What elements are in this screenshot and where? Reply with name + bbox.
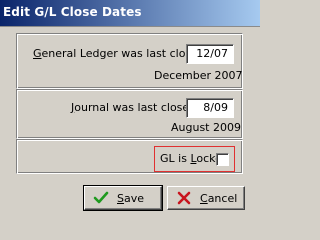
checkmark-icon — [93, 190, 109, 206]
general-ledger-close-input[interactable]: 12/07 — [186, 44, 234, 64]
save-button[interactable]: Save — [83, 185, 163, 211]
general-ledger-close-date: December 2007 — [154, 69, 243, 82]
journal-close-input[interactable]: 8/09 — [186, 98, 234, 118]
save-button-label: Save — [117, 192, 145, 205]
cancel-button-label: Cancel — [200, 192, 238, 205]
cancel-button[interactable]: Cancel — [167, 186, 245, 210]
general-ledger-label: General Ledger was last closed — [33, 47, 205, 60]
journal-close-date: August 2009 — [171, 121, 241, 134]
gl-locked-checkbox[interactable] — [216, 153, 229, 166]
journal-label: Journal was last closed — [71, 101, 197, 114]
title-bar[interactable]: Edit G/L Close Dates — [0, 0, 260, 27]
x-mark-icon — [176, 190, 192, 206]
window-title: Edit G/L Close Dates — [3, 5, 142, 19]
